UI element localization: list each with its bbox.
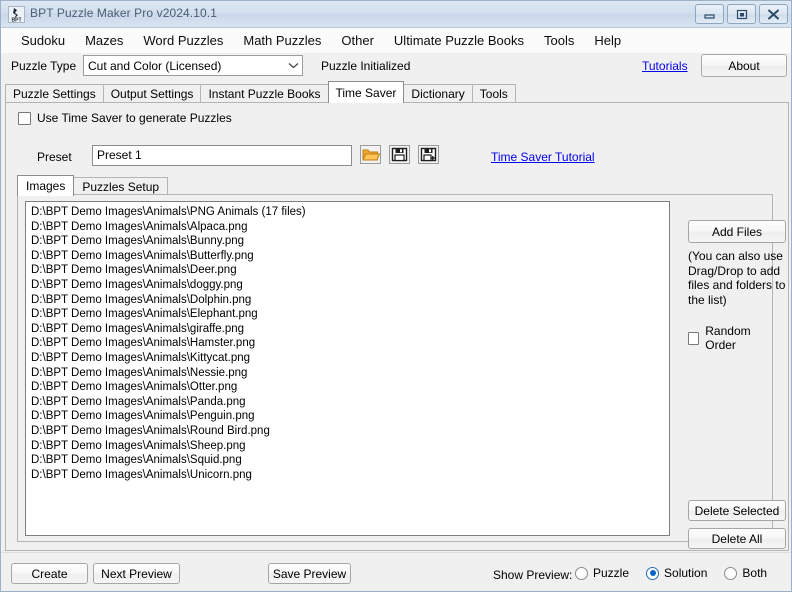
bottom-action-bar: Create Next Preview Save Preview Show Pr… xyxy=(1,552,791,592)
minimize-icon xyxy=(703,10,716,19)
title-bar: BPT BPT Puzzle Maker Pro v2024.10.1 xyxy=(1,1,792,28)
save-preset-button[interactable] xyxy=(387,144,411,168)
radio-label-solution: Solution xyxy=(664,566,707,580)
list-item[interactable]: D:\BPT Demo Images\Animals\Nessie.png xyxy=(28,366,669,381)
tab-instant-puzzle-books[interactable]: Instant Puzzle Books xyxy=(200,84,328,103)
list-item[interactable]: D:\BPT Demo Images\Animals\Hamster.png xyxy=(28,336,669,351)
list-item[interactable]: D:\BPT Demo Images\Animals\Butterfly.png xyxy=(28,249,669,264)
puzzle-type-label: Puzzle Type xyxy=(11,59,76,73)
checkbox-box xyxy=(688,332,699,345)
time-saver-tutorial-link[interactable]: Time Saver Tutorial xyxy=(491,150,595,164)
window-controls xyxy=(695,4,788,24)
save-preview-button[interactable]: Save Preview xyxy=(268,563,351,584)
list-item[interactable]: D:\BPT Demo Images\Animals\Deer.png xyxy=(28,263,669,278)
close-icon xyxy=(767,9,780,20)
menu-item-ultimate-puzzle-books[interactable]: Ultimate Puzzle Books xyxy=(384,30,534,51)
checkbox-box xyxy=(18,112,31,125)
file-list[interactable]: D:\BPT Demo Images\Animals\PNG Animals (… xyxy=(25,201,670,536)
delete-selected-button[interactable]: Delete Selected xyxy=(688,500,786,521)
window-title: BPT Puzzle Maker Pro v2024.10.1 xyxy=(30,6,217,20)
use-time-saver-checkbox[interactable]: Use Time Saver to generate Puzzles xyxy=(18,111,232,125)
list-item[interactable]: D:\BPT Demo Images\Animals\Unicorn.png xyxy=(28,468,669,483)
maximize-button[interactable] xyxy=(727,4,756,24)
radio-circle xyxy=(575,567,588,580)
drag-drop-hint: (You can also use Drag/Drop to add files… xyxy=(688,249,788,307)
puzzle-type-select[interactable]: Cut and Color (Licensed) xyxy=(83,55,303,76)
menu-item-help[interactable]: Help xyxy=(584,30,631,51)
preset-input[interactable]: Preset 1 xyxy=(92,145,352,166)
about-button[interactable]: About xyxy=(701,54,787,77)
create-button[interactable]: Create xyxy=(11,563,88,584)
chevron-down-icon xyxy=(284,62,302,69)
list-item[interactable]: D:\BPT Demo Images\Animals\Panda.png xyxy=(28,395,669,410)
save-as-floppy-icon xyxy=(418,145,439,167)
puzzle-type-value: Cut and Color (Licensed) xyxy=(84,59,284,73)
save-as-preset-button[interactable] xyxy=(416,144,440,168)
svg-text:BPT: BPT xyxy=(12,18,22,24)
list-item[interactable]: D:\BPT Demo Images\Animals\Elephant.png xyxy=(28,307,669,322)
inner-tab-strip: Images Puzzles Setup xyxy=(17,175,167,196)
random-order-label: Random Order xyxy=(705,324,772,352)
menu-item-other[interactable]: Other xyxy=(331,30,384,51)
application-window: BPT BPT Puzzle Maker Pro v2024.10.1 xyxy=(0,0,792,592)
tab-dictionary[interactable]: Dictionary xyxy=(403,84,472,103)
list-item[interactable]: D:\BPT Demo Images\Animals\doggy.png xyxy=(28,278,669,293)
radio-circle xyxy=(724,567,737,580)
show-preview-radio-group: Puzzle Solution Both xyxy=(575,566,767,580)
preset-label: Preset xyxy=(37,150,72,164)
menu-bar: Sudoku Mazes Word Puzzles Math Puzzles O… xyxy=(1,28,791,53)
list-item[interactable]: D:\BPT Demo Images\Animals\Round Bird.pn… xyxy=(28,424,669,439)
radio-label-puzzle: Puzzle xyxy=(593,566,629,580)
next-preview-button[interactable]: Next Preview xyxy=(93,563,180,584)
tab-images[interactable]: Images xyxy=(17,175,74,196)
delete-all-button[interactable]: Delete All xyxy=(688,528,786,549)
list-item[interactable]: D:\BPT Demo Images\Animals\Kittycat.png xyxy=(28,351,669,366)
tab-time-saver[interactable]: Time Saver xyxy=(328,81,405,103)
list-item[interactable]: D:\BPT Demo Images\Animals\Alpaca.png xyxy=(28,220,669,235)
tab-puzzle-settings[interactable]: Puzzle Settings xyxy=(5,84,104,103)
add-files-button[interactable]: Add Files xyxy=(688,220,786,243)
time-saver-panel: Use Time Saver to generate Puzzles Prese… xyxy=(5,102,789,551)
list-item[interactable]: D:\BPT Demo Images\Animals\Dolphin.png xyxy=(28,293,669,308)
list-item[interactable]: D:\BPT Demo Images\Animals\Penguin.png xyxy=(28,409,669,424)
images-panel: D:\BPT Demo Images\Animals\PNG Animals (… xyxy=(17,194,773,542)
tab-tools[interactable]: Tools xyxy=(472,84,516,103)
menu-item-word-puzzles[interactable]: Word Puzzles xyxy=(133,30,233,51)
list-item[interactable]: D:\BPT Demo Images\Animals\PNG Animals (… xyxy=(28,205,669,220)
list-item[interactable]: D:\BPT Demo Images\Animals\Otter.png xyxy=(28,380,669,395)
open-folder-icon xyxy=(360,145,381,167)
menu-item-mazes[interactable]: Mazes xyxy=(75,30,133,51)
menu-item-tools[interactable]: Tools xyxy=(534,30,584,51)
menu-item-math-puzzles[interactable]: Math Puzzles xyxy=(233,30,331,51)
tab-output-settings[interactable]: Output Settings xyxy=(103,84,202,103)
tutorials-link[interactable]: Tutorials xyxy=(642,59,688,73)
list-item[interactable]: D:\BPT Demo Images\Animals\giraffe.png xyxy=(28,322,669,337)
main-tab-strip: Puzzle Settings Output Settings Instant … xyxy=(5,82,789,103)
maximize-icon xyxy=(736,9,748,20)
minimize-button[interactable] xyxy=(695,4,724,24)
show-preview-label: Show Preview: xyxy=(493,568,572,582)
use-time-saver-label: Use Time Saver to generate Puzzles xyxy=(37,111,232,125)
bpt-logo-icon: BPT xyxy=(8,6,25,23)
radio-label-both: Both xyxy=(742,566,767,580)
list-item[interactable]: D:\BPT Demo Images\Animals\Sheep.png xyxy=(28,439,669,454)
status-text: Puzzle Initialized xyxy=(321,59,410,73)
radio-option-both[interactable]: Both xyxy=(724,566,767,580)
puzzle-type-bar: Puzzle Type Cut and Color (Licensed) Puz… xyxy=(1,53,791,81)
menu-item-sudoku[interactable]: Sudoku xyxy=(11,30,75,51)
radio-option-puzzle[interactable]: Puzzle xyxy=(575,566,629,580)
open-preset-button[interactable] xyxy=(358,144,382,168)
radio-circle xyxy=(646,567,659,580)
list-item[interactable]: D:\BPT Demo Images\Animals\Squid.png xyxy=(28,453,669,468)
save-floppy-icon xyxy=(389,145,410,167)
list-item[interactable]: D:\BPT Demo Images\Animals\Bunny.png xyxy=(28,234,669,249)
close-button[interactable] xyxy=(759,4,788,24)
radio-option-solution[interactable]: Solution xyxy=(646,566,707,580)
random-order-checkbox[interactable]: Random Order xyxy=(688,324,772,352)
